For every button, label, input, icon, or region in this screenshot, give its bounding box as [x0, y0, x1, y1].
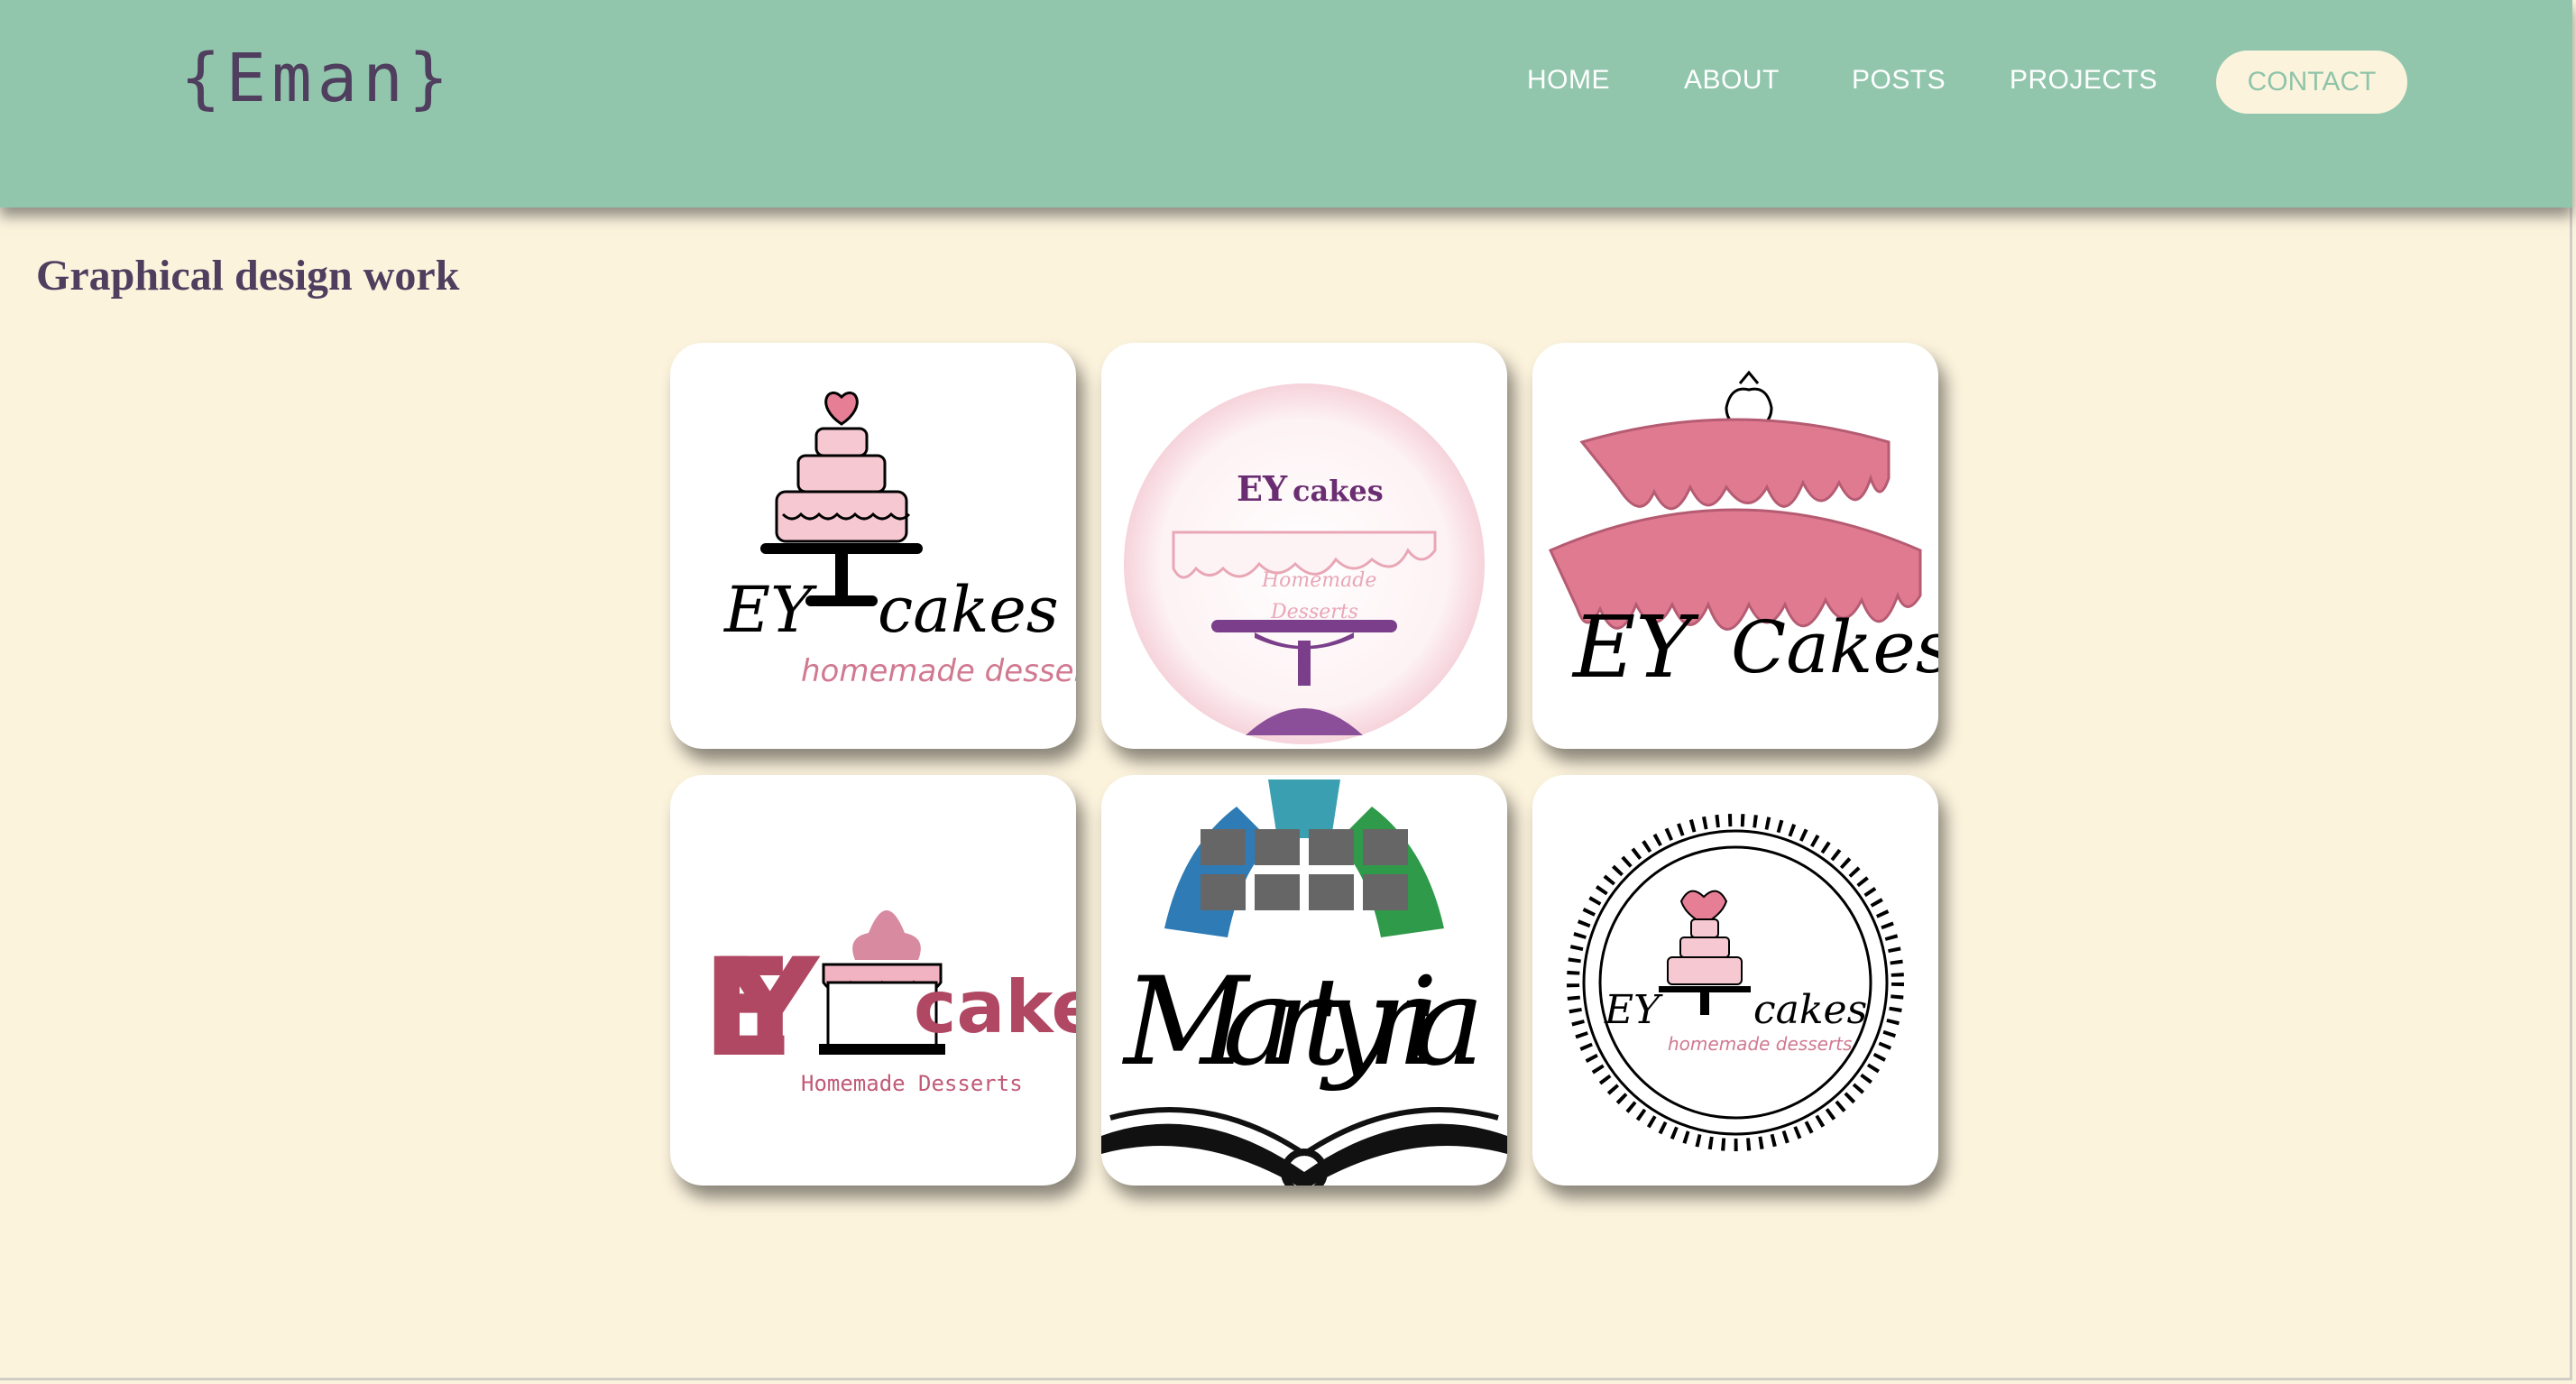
nav-projects-link[interactable]: PROJECTS	[2010, 65, 2157, 96]
tile1-tagline-text: homemade desserts	[801, 653, 1076, 689]
ey-cakes-lace-image: EY cakes homemade desserts	[1567, 814, 1904, 1151]
gallery-item-ey-cakes-red[interactable]: EY cakes Homemade Desserts	[670, 775, 1076, 1186]
nav-contact-button[interactable]: CONTACT	[2216, 51, 2407, 114]
tile1-cakes-text: cakes	[878, 573, 1059, 647]
ey-cakes-circle-image: EY cakes Homemade Desserts	[1124, 383, 1485, 744]
tile4-tagline-text: Homemade Desserts	[801, 1071, 1023, 1096]
tile2-cakes-text: cakes	[1293, 474, 1384, 508]
tile5-martyria-text: Martyria	[1121, 951, 1485, 1093]
tile4-ey-text: EY	[702, 930, 821, 1087]
tile1-ey-text: EY	[722, 573, 817, 647]
nav-about-link[interactable]: ABOUT	[1684, 65, 1780, 96]
gallery-item-martyria[interactable]: Martyria	[1101, 775, 1507, 1186]
tile6-cakes-text: cakes	[1753, 987, 1867, 1033]
tile3-cakes-text: Cakes	[1731, 605, 1938, 689]
tile6-ey-text: EY	[1604, 987, 1663, 1033]
tile4-cakes-text: cakes	[914, 965, 1076, 1049]
tile2-homemade-text: Homemade	[1261, 569, 1376, 592]
nav-posts-link[interactable]: POSTS	[1852, 65, 1946, 96]
site-header: {Eman} HOME ABOUT POSTS PROJECTS CONTACT	[0, 0, 2572, 208]
ey-cakes-red-image: EY cakes Homemade Desserts	[702, 910, 1076, 1096]
page-title: Graphical design work	[36, 252, 460, 300]
tile6-tagline-text: homemade desserts	[1668, 1033, 1852, 1055]
gallery-item-ey-cakes-circle[interactable]: EY cakes Homemade Desserts	[1101, 343, 1507, 749]
gallery-item-ey-cakes-tiered[interactable]: EY cakes homemade desserts	[670, 343, 1076, 749]
nav-home-link[interactable]: HOME	[1527, 65, 1610, 96]
gallery-item-ey-cakes-lace[interactable]: EY cakes homemade desserts	[1532, 775, 1938, 1186]
tile3-ey-text: EY	[1571, 598, 1699, 697]
gallery-item-ey-cakes-drip[interactable]: EY Cakes	[1532, 343, 1938, 749]
main-nav: HOME ABOUT POSTS PROJECTS CONTACT	[0, 51, 2572, 114]
page: {Eman} HOME ABOUT POSTS PROJECTS CONTACT…	[0, 0, 2572, 1380]
ey-cakes-logo-image: EY cakes homemade desserts	[722, 391, 1076, 689]
martyria-logo-image: Martyria	[1101, 780, 1507, 1186]
tile2-ey-text: EY	[1237, 468, 1288, 509]
ey-cakes-drip-image: EY Cakes	[1548, 370, 1938, 697]
